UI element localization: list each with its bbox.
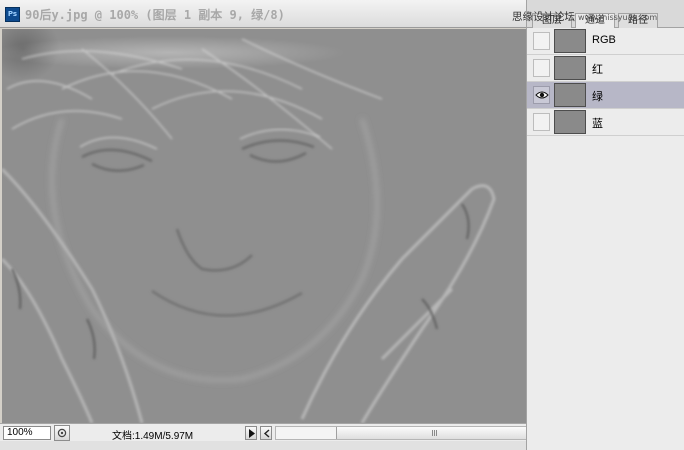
status-menu-arrow-button[interactable] xyxy=(245,426,257,440)
channel-thumbnail xyxy=(554,110,586,134)
visibility-toggle[interactable] xyxy=(533,113,550,131)
channel-thumbnail xyxy=(554,56,586,80)
channel-row-rgb[interactable]: RGB xyxy=(527,28,684,55)
chevron-left-icon xyxy=(263,429,270,438)
document-window: Ps 90后y.jpg @ 100% (图层 1 副本 9, 绿/8) 100%… xyxy=(0,0,527,450)
scroll-grip-icon xyxy=(432,430,438,436)
channel-label: 红 xyxy=(592,64,603,76)
photoshop-logo-icon: Ps xyxy=(5,7,20,22)
document-title: 90后y.jpg @ 100% (图层 1 副本 9, 绿/8) xyxy=(25,8,285,22)
watermark-url: www.missyuan.com xyxy=(578,13,658,22)
site-watermark: 思缘设计论坛 www.missyuan.com xyxy=(512,9,657,24)
channels-panel: 图层 通道 路径 RGB 红 绿 蓝 xyxy=(526,0,684,450)
eye-icon xyxy=(535,91,549,99)
channel-row-blue[interactable]: 蓝 xyxy=(527,109,684,136)
channel-row-red[interactable]: 红 xyxy=(527,55,684,82)
zoom-level-field[interactable]: 100% xyxy=(3,426,51,440)
status-menu-icon xyxy=(57,428,67,438)
photo-high-pass-image xyxy=(2,38,496,423)
channel-list: RGB 红 绿 蓝 xyxy=(527,28,684,136)
image-canvas[interactable] xyxy=(2,29,526,423)
horizontal-scrollbar[interactable] xyxy=(275,426,527,440)
channel-label: 蓝 xyxy=(592,118,603,130)
visibility-toggle[interactable] xyxy=(533,32,550,50)
scroll-left-button[interactable] xyxy=(260,426,272,440)
triangle-right-icon xyxy=(249,429,255,438)
visibility-toggle[interactable] xyxy=(533,86,550,104)
window-bottom-edge xyxy=(0,441,526,450)
status-bar: 100% 文档:1.49M/5.97M xyxy=(0,423,527,442)
visibility-toggle[interactable] xyxy=(533,59,550,77)
document-size-readout: 文档:1.49M/5.97M xyxy=(112,431,194,442)
horizontal-scroll-thumb[interactable] xyxy=(336,427,527,439)
channel-thumbnail xyxy=(554,83,586,107)
channel-label: RGB xyxy=(592,34,616,46)
status-info-button[interactable] xyxy=(54,425,70,441)
document-title-bar[interactable]: Ps 90后y.jpg @ 100% (图层 1 副本 9, 绿/8) xyxy=(0,0,526,28)
watermark-text: 思缘设计论坛 xyxy=(512,11,575,23)
channel-thumbnail xyxy=(554,29,586,53)
channel-label: 绿 xyxy=(592,91,603,103)
channel-row-green[interactable]: 绿 xyxy=(527,82,684,109)
